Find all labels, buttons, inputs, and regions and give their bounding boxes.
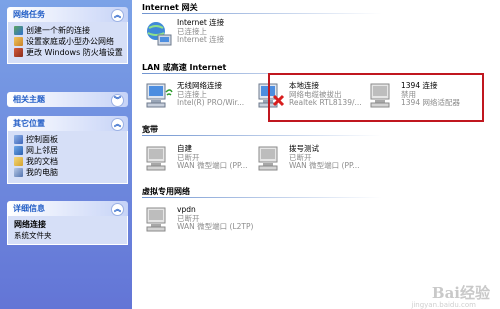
wireless-connection-icon bbox=[144, 82, 174, 110]
place-network-places[interactable]: 网上邻居 bbox=[14, 146, 123, 155]
details-title: 详细信息 bbox=[13, 204, 45, 213]
connection-device: WAN 微型端口 (L2TP) bbox=[177, 222, 254, 231]
collapse-chevron-icon[interactable]: ︽ bbox=[111, 118, 124, 131]
task-label: 更改 Windows 防火墙设置 bbox=[26, 48, 123, 57]
collapse-chevron-icon[interactable]: ︽ bbox=[111, 203, 124, 216]
vpn-connection-icon bbox=[144, 206, 174, 234]
details-panel: 详细信息 ︽ 网络连接 系统文件夹 bbox=[7, 201, 128, 245]
place-label: 我的电脑 bbox=[26, 168, 58, 177]
expand-chevron-icon[interactable]: ︾ bbox=[111, 94, 124, 107]
place-my-documents[interactable]: 我的文档 bbox=[14, 157, 123, 166]
collapse-chevron-icon[interactable]: ︽ bbox=[111, 9, 124, 22]
connection-custom[interactable]: 自建 已断开 WAN 微型端口 (PP... bbox=[144, 144, 248, 173]
place-control-panel[interactable]: 控制面板 bbox=[14, 135, 123, 144]
task-label: 创建一个新的连接 bbox=[26, 26, 90, 35]
related-topics-header[interactable]: 相关主题 ︾ bbox=[7, 92, 128, 107]
task-create-connection[interactable]: 创建一个新的连接 bbox=[14, 26, 123, 35]
task-pane: 网络任务 ︽ 创建一个新的连接 设置家庭或小型办公网络 更改 Windows 防… bbox=[0, 0, 132, 309]
place-my-computer[interactable]: 我的电脑 bbox=[14, 168, 123, 177]
group-title-internet-gateway: Internet 网关 bbox=[142, 3, 198, 12]
connection-device: Internet 连接 bbox=[177, 35, 225, 44]
connection-dialup-test[interactable]: 拨号测试 已断开 WAN 微型端口 (PP... bbox=[256, 144, 360, 173]
connection-device: Intel(R) PRO/Wir... bbox=[177, 98, 245, 107]
connections-view: Internet 网关 Internet 连接 已连接上 Internet 连接… bbox=[132, 0, 500, 309]
details-header[interactable]: 详细信息 ︽ bbox=[7, 201, 128, 216]
details-type: 系统文件夹 bbox=[14, 231, 52, 240]
connection-device: WAN 微型端口 (PP... bbox=[177, 161, 248, 170]
group-title-lan: LAN 或高速 Internet bbox=[142, 63, 227, 72]
group-divider bbox=[142, 197, 382, 198]
place-label: 网上邻居 bbox=[26, 146, 58, 155]
connection-internet[interactable]: Internet 连接 已连接上 Internet 连接 bbox=[144, 18, 225, 47]
task-firewall[interactable]: 更改 Windows 防火墙设置 bbox=[14, 48, 123, 57]
other-places-panel: 其它位置 ︽ 控制面板 网上邻居 我的文档 我的电脑 bbox=[7, 116, 128, 184]
my-documents-icon bbox=[14, 157, 23, 166]
task-label: 设置家庭或小型办公网络 bbox=[26, 37, 114, 46]
connection-vpdn[interactable]: vpdn 已断开 WAN 微型端口 (L2TP) bbox=[144, 205, 254, 234]
network-places-icon bbox=[14, 146, 23, 155]
details-name: 网络连接 bbox=[14, 220, 46, 229]
group-title-vpn: 虚拟专用网络 bbox=[142, 187, 190, 196]
my-computer-icon bbox=[14, 168, 23, 177]
watermark-url: jingyan.baidu.com bbox=[411, 301, 476, 309]
firewall-icon bbox=[14, 48, 23, 57]
internet-gateway-icon bbox=[144, 19, 174, 47]
new-connection-icon bbox=[14, 26, 23, 35]
place-label: 我的文档 bbox=[26, 157, 58, 166]
place-label: 控制面板 bbox=[26, 135, 58, 144]
group-divider bbox=[142, 13, 382, 14]
group-title-broadband: 宽带 bbox=[142, 125, 158, 134]
other-places-header[interactable]: 其它位置 ︽ bbox=[7, 116, 128, 131]
broadband-connection-icon bbox=[144, 145, 174, 173]
red-highlight-box bbox=[268, 73, 484, 122]
control-panel-icon bbox=[14, 135, 23, 144]
home-network-icon bbox=[14, 37, 23, 46]
group-divider bbox=[142, 135, 382, 136]
related-topics-title: 相关主题 bbox=[13, 95, 45, 104]
network-tasks-header[interactable]: 网络任务 ︽ bbox=[7, 7, 128, 22]
other-places-title: 其它位置 bbox=[13, 119, 45, 128]
network-tasks-title: 网络任务 bbox=[13, 10, 45, 19]
related-topics-panel: 相关主题 ︾ bbox=[7, 92, 128, 107]
connection-device: WAN 微型端口 (PP... bbox=[289, 161, 360, 170]
broadband-connection-icon bbox=[256, 145, 286, 173]
connection-wireless[interactable]: 无线网络连接 已连接上 Intel(R) PRO/Wir... bbox=[144, 81, 245, 110]
task-home-network[interactable]: 设置家庭或小型办公网络 bbox=[14, 37, 123, 46]
network-tasks-panel: 网络任务 ︽ 创建一个新的连接 设置家庭或小型办公网络 更改 Windows 防… bbox=[7, 7, 128, 64]
watermark-logo: Bai经验 bbox=[431, 284, 490, 302]
